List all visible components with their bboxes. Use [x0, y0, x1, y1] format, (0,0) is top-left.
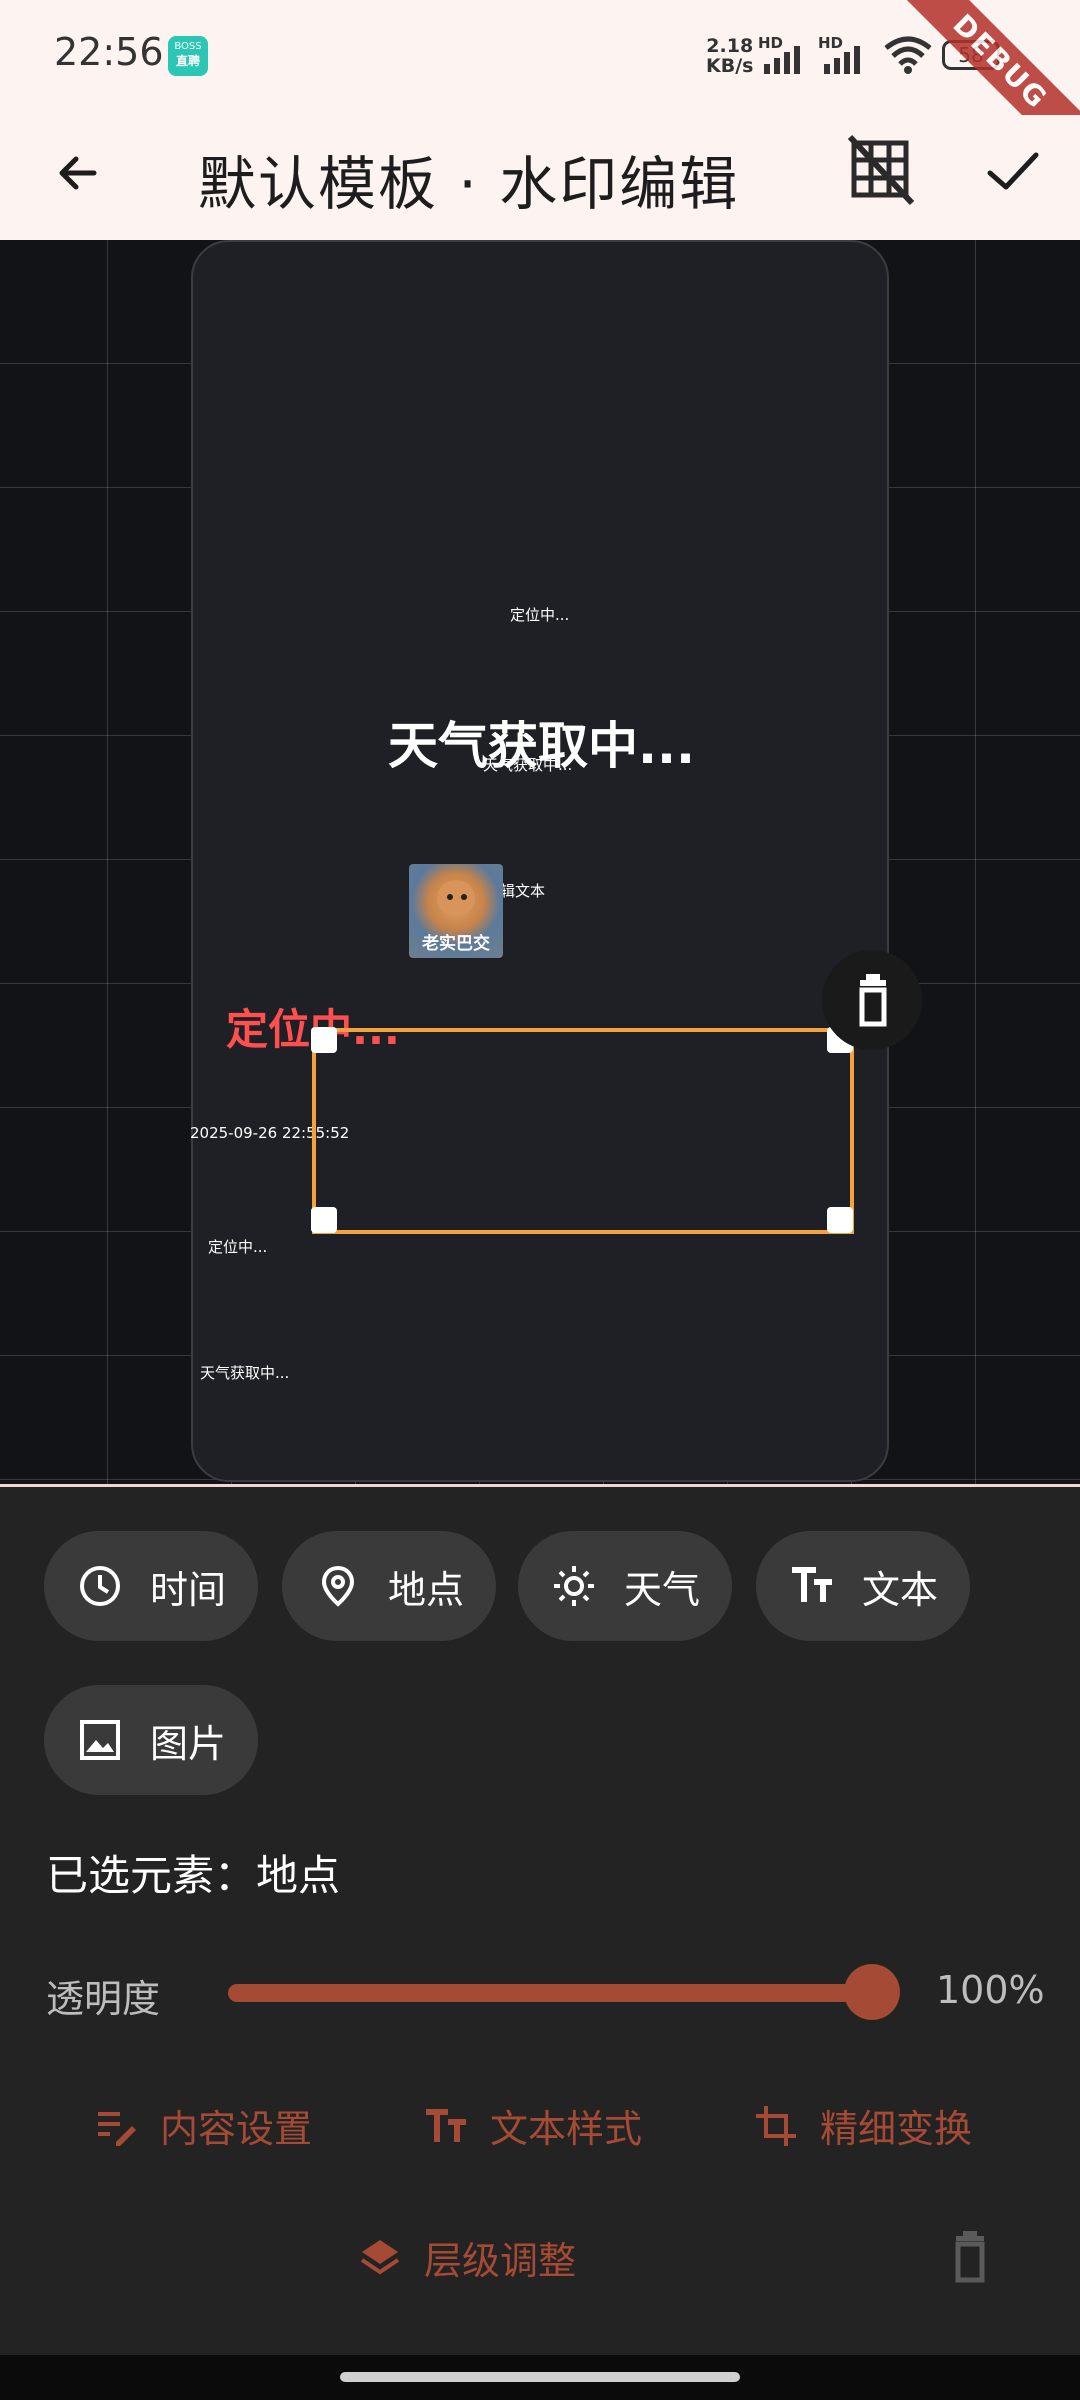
opacity-value: 100% — [936, 1968, 1045, 2012]
edit-notes-icon — [98, 2111, 136, 2146]
sun-icon — [554, 1566, 594, 1606]
arrow-back-icon — [59, 156, 97, 190]
fine-transform-button[interactable]: 精细变换 — [754, 2098, 972, 2153]
grid-off-icon — [847, 134, 915, 206]
chip-text-label: 文本 — [862, 1567, 939, 1612]
layers-icon — [360, 2239, 400, 2274]
network-speed: 2.18 KB/s — [706, 36, 753, 76]
boss-app-icon: BOSS 直聘 — [168, 36, 208, 76]
signal-sim2-icon: HD — [818, 34, 870, 74]
grid-toggle-button[interactable] — [846, 133, 916, 207]
image-sticker[interactable]: 老实巴交 — [409, 864, 503, 958]
text-style-button[interactable]: 文本样式 — [424, 2098, 642, 2153]
image-icon — [80, 1720, 120, 1760]
watermark-preview-frame — [191, 240, 889, 1482]
location-element-small[interactable]: 定位中... — [208, 1236, 267, 1257]
text-element[interactable]: 辑文本 — [500, 880, 545, 901]
chip-image-label: 图片 — [150, 1721, 227, 1766]
selection-box[interactable] — [312, 1028, 854, 1234]
signal-sim1-icon: HD — [758, 34, 810, 74]
confirm-button[interactable] — [980, 139, 1044, 203]
status-time: 22:56 — [54, 30, 164, 74]
text-style-icon — [426, 2108, 466, 2142]
crop-icon — [756, 2105, 796, 2146]
boss-badge-line2: 直聘 — [175, 54, 200, 68]
location-pin-icon — [321, 1565, 355, 1607]
panel-divider — [0, 1484, 1080, 1487]
home-indicator[interactable] — [340, 2372, 740, 2382]
text-fields-icon — [792, 1567, 832, 1602]
boss-badge-line1: BOSS — [174, 41, 202, 52]
check-icon — [987, 152, 1039, 190]
chip-location-label: 地点 — [388, 1567, 465, 1612]
clock-icon — [80, 1566, 120, 1606]
opacity-slider-thumb[interactable] — [844, 1964, 900, 2020]
location-element-top[interactable]: 定位中... — [510, 604, 569, 625]
opacity-label: 透明度 — [46, 1977, 161, 2021]
trash-icon — [859, 974, 887, 1027]
content-settings-label: 内容设置 — [160, 2107, 313, 2151]
chip-image[interactable]: 图片 — [44, 1685, 258, 1795]
resize-handle-top-left[interactable] — [311, 1027, 337, 1053]
text-style-label: 文本样式 — [490, 2107, 643, 2151]
selected-element-label: 已选元素：地点 — [46, 1851, 341, 1900]
network-speed-value: 2.18 — [706, 35, 754, 57]
trash-icon — [955, 2231, 985, 2283]
wifi-icon — [884, 36, 932, 78]
opacity-slider-track[interactable] — [228, 1984, 870, 2002]
chip-time-label: 时间 — [150, 1567, 227, 1612]
editor-canvas[interactable]: 定位中... 天气获取中... 天气获取中... 辑文本 老实巴交 定位中...… — [0, 240, 1080, 1485]
back-button[interactable] — [48, 143, 108, 203]
chip-weather[interactable]: 天气 — [518, 1531, 732, 1641]
content-settings-button[interactable]: 内容设置 — [94, 2098, 312, 2153]
delete-button[interactable] — [944, 2228, 996, 2284]
layer-adjust-label: 层级调整 — [424, 2239, 577, 2283]
app-bar: 默认模板 · 水印编辑 — [0, 115, 1080, 240]
chip-weather-label: 天气 — [624, 1567, 701, 1612]
weather-element-bottom[interactable]: 天气获取中... — [200, 1362, 289, 1383]
page-title: 默认模板 · 水印编辑 — [198, 150, 740, 218]
chip-text[interactable]: 文本 — [756, 1531, 970, 1641]
resize-handle-bottom-right[interactable] — [827, 1207, 853, 1233]
sticker-caption: 老实巴交 — [422, 934, 490, 954]
delete-element-button[interactable] — [822, 950, 922, 1050]
fine-transform-label: 精细变换 — [820, 2107, 973, 2151]
chip-location[interactable]: 地点 — [282, 1531, 496, 1641]
weather-element-small[interactable]: 天气获取中... — [483, 754, 572, 775]
status-bar: 22:56 BOSS 直聘 2.18 KB/s HD HD 58 DEBUG — [0, 0, 1080, 184]
layer-adjust-button[interactable]: 层级调整 — [358, 2230, 576, 2285]
network-speed-unit: KB/s — [706, 55, 754, 77]
resize-handle-bottom-left[interactable] — [311, 1207, 337, 1233]
chip-time[interactable]: 时间 — [44, 1531, 258, 1641]
